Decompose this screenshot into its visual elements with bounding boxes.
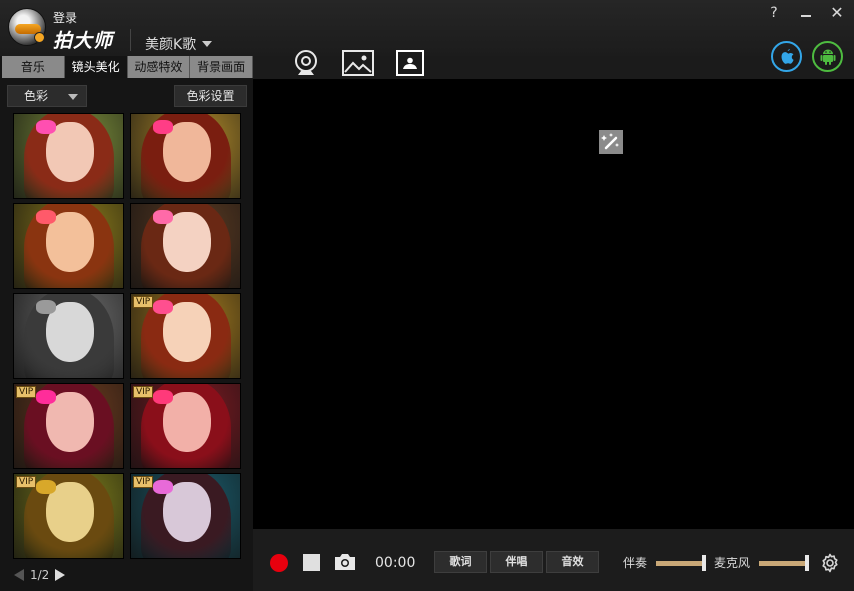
- camera-icon: [335, 554, 355, 570]
- tab-lens-beauty[interactable]: 镜头美化: [64, 56, 128, 78]
- hair-bow: [36, 480, 56, 494]
- accompaniment-volume-slider[interactable]: [656, 555, 706, 571]
- help-button[interactable]: ?: [766, 5, 782, 21]
- apple-icon: [781, 48, 794, 64]
- vip-badge: VIP: [133, 296, 154, 308]
- filter-thumbnail[interactable]: VIP: [130, 473, 241, 559]
- filter-thumbnail[interactable]: [130, 203, 241, 289]
- hair-bow: [36, 390, 56, 404]
- picture-mode-button[interactable]: [342, 48, 374, 78]
- hair-bow: [153, 120, 173, 134]
- brand-title: 拍大师: [53, 30, 114, 52]
- hair-bow: [36, 300, 56, 314]
- webcam-icon: [295, 50, 317, 75]
- record-button[interactable]: [270, 554, 288, 572]
- effects-tabs: 音乐 镜头美化 动感特效 背景画面: [2, 56, 253, 78]
- tab-music[interactable]: 音乐: [2, 56, 65, 78]
- filter-thumbnail[interactable]: [13, 113, 124, 199]
- filter-thumbnail[interactable]: [130, 113, 241, 199]
- mode-dropdown[interactable]: 美颜K歌: [145, 34, 213, 54]
- page-indicator: 1/2: [30, 568, 50, 582]
- microphone-slider-handle[interactable]: [805, 555, 809, 571]
- header-divider: [130, 29, 131, 51]
- camera-mode-button[interactable]: [290, 48, 322, 78]
- settings-button[interactable]: [820, 553, 840, 576]
- hair-bow: [153, 300, 173, 314]
- filter-thumbnail[interactable]: VIP: [13, 383, 124, 469]
- hair-bow: [153, 480, 173, 494]
- close-button[interactable]: ✕: [829, 5, 845, 21]
- vip-badge: VIP: [133, 476, 154, 488]
- filter-thumbnail[interactable]: VIP: [130, 383, 241, 469]
- sound-effects-button[interactable]: 音效: [546, 551, 599, 573]
- landscape-image-icon: [342, 50, 374, 76]
- filter-thumbnail[interactable]: VIP: [13, 473, 124, 559]
- vip-badge: VIP: [16, 476, 37, 488]
- vip-badge: VIP: [133, 386, 154, 398]
- magic-wand-icon[interactable]: [599, 130, 623, 154]
- tab-background[interactable]: 背景画面: [190, 56, 253, 78]
- prev-page-icon[interactable]: [14, 569, 24, 581]
- title-bar: 登录 拍大师 美颜K歌 ? ✕: [0, 0, 854, 72]
- record-timer: 00:00: [375, 555, 416, 571]
- app-logo-icon: [8, 8, 46, 46]
- thumbnail-pager: 1/2: [14, 568, 66, 582]
- filter-thumbnail[interactable]: [13, 293, 124, 379]
- accompaniment-label: 伴奏: [623, 556, 648, 570]
- tab-motion-effects[interactable]: 动感特效: [127, 56, 191, 78]
- android-icon: [820, 49, 835, 65]
- recording-toolbar: 00:00 歌词 伴唱 音效 伴奏 麦克风: [253, 529, 854, 591]
- chevron-down-icon: [202, 41, 213, 47]
- vip-badge: VIP: [16, 386, 37, 398]
- effects-panel: 音乐 镜头美化 动感特效 背景画面 色彩 色彩设置 VIP VIP VIP VIP VI…: [0, 56, 253, 591]
- accompaniment-slider-handle[interactable]: [702, 555, 706, 571]
- next-page-icon[interactable]: [55, 569, 66, 581]
- mode-dropdown-label: 美颜K歌: [145, 37, 197, 53]
- filter-toolbar: 色彩 色彩设置: [7, 85, 247, 107]
- snapshot-button[interactable]: [334, 553, 356, 574]
- stop-button[interactable]: [303, 554, 320, 571]
- filter-thumbnail[interactable]: VIP: [130, 293, 241, 379]
- portrait-icon: [403, 57, 417, 69]
- portrait-mode-button[interactable]: [394, 48, 426, 78]
- filter-thumbnail[interactable]: [13, 203, 124, 289]
- capture-mode-toolbar: [290, 48, 426, 78]
- microphone-label: 麦克风: [714, 556, 751, 570]
- color-filter-select[interactable]: 色彩: [7, 85, 87, 107]
- microphone-volume-slider[interactable]: [759, 555, 809, 571]
- hair-bow: [153, 390, 173, 404]
- gear-icon: [822, 553, 838, 573]
- color-settings-button[interactable]: 色彩设置: [174, 85, 247, 107]
- hair-bow: [36, 210, 56, 224]
- hair-bow: [153, 210, 173, 224]
- login-link[interactable]: 登录: [53, 9, 77, 26]
- color-filter-value: 色彩: [24, 89, 49, 103]
- hair-bow: [36, 120, 56, 134]
- chorus-button[interactable]: 伴唱: [490, 551, 543, 573]
- android-button[interactable]: [812, 41, 843, 72]
- lyrics-button[interactable]: 歌词: [434, 551, 487, 573]
- minimize-button[interactable]: [798, 5, 814, 21]
- ios-button[interactable]: [771, 41, 802, 72]
- chevron-down-icon: [68, 94, 78, 100]
- camera-preview[interactable]: [253, 79, 854, 529]
